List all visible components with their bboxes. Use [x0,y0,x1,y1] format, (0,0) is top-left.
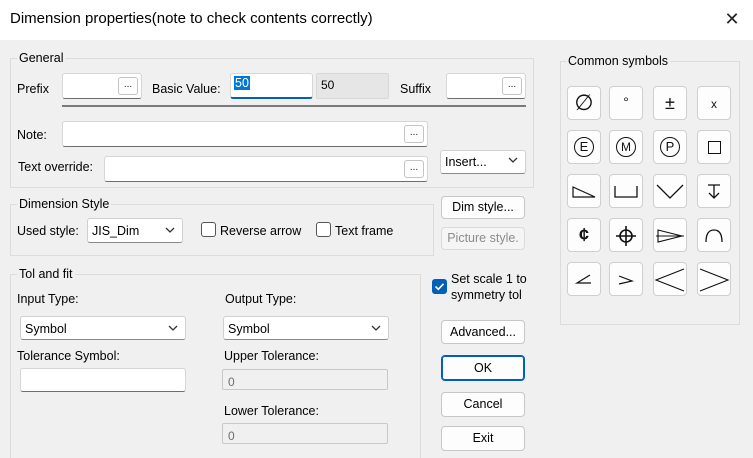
chevron-down-icon [370,322,382,337]
upper-tolerance-value: 0 [228,375,235,389]
used-style-value: JIS_Dim [92,224,140,238]
angle-small-right-icon[interactable] [609,262,643,296]
tolerance-symbol-label: Tolerance Symbol: [17,349,120,363]
output-type-dropdown[interactable]: Symbol [223,316,389,340]
lower-tolerance-input[interactable]: 0 [222,423,388,444]
target-point-icon[interactable] [609,218,643,252]
depth-icon[interactable] [697,174,731,208]
prefix-browse-button[interactable]: ... [118,77,138,95]
text-override-browse-button[interactable]: ... [404,160,424,178]
insert-dropdown-label: Insert... [445,155,487,169]
prefix-label: Prefix [17,82,49,96]
window-title: Dimension properties(note to check conte… [10,10,373,27]
m-circle-icon[interactable]: M [609,130,643,164]
tol-fit-group-label: Tol and fit [17,267,75,281]
advanced-button[interactable]: Advanced... [441,320,525,344]
upper-tolerance-input[interactable]: 0 [222,369,388,390]
dim-style-button[interactable]: Dim style... [441,196,525,219]
cancel-button[interactable]: Cancel [441,392,525,417]
note-browse-button[interactable]: ... [404,125,424,143]
arc-length-icon[interactable] [697,218,731,252]
checkmark-icon [434,283,445,291]
text-frame-label: Text frame [335,224,394,238]
note-input[interactable] [62,121,428,147]
e-circle-icon[interactable]: E [567,130,601,164]
input-type-value: Symbol [25,322,67,336]
basic-value-text: 50 [234,76,250,90]
insert-dropdown[interactable]: Insert... [440,150,526,174]
basic-value-label: Basic Value: [152,82,221,96]
text-frame-checkbox[interactable] [316,222,331,237]
general-divider [62,105,526,107]
used-style-label: Used style: [17,224,79,238]
taper-icon[interactable] [653,218,687,252]
angle-large-right-icon[interactable] [697,262,731,296]
square-icon[interactable] [697,130,731,164]
chevron-down-icon [167,322,179,337]
angle-large-left-icon[interactable] [653,262,687,296]
set-scale-label-line1: Set scale 1 to [451,272,527,286]
ok-button[interactable]: OK [441,355,525,381]
diameter-icon[interactable]: ∅ [567,86,601,120]
output-type-value: Symbol [228,322,270,336]
close-icon[interactable]: ✕ [718,5,746,33]
chevron-down-icon [164,224,176,239]
set-scale-label-line2: symmetry tol [451,288,522,302]
general-group-label: General [17,51,66,65]
suffix-label: Suffix [400,82,432,96]
chevron-down-icon [507,154,519,169]
degree-icon[interactable]: ° [609,86,643,120]
counterbore-icon[interactable] [609,174,643,208]
note-label: Note: [17,128,47,142]
angle-small-icon[interactable] [567,262,601,296]
centerline-icon[interactable]: ¢ [567,218,601,252]
lower-tolerance-label: Lower Tolerance: [224,404,319,418]
tolerance-symbol-input[interactable] [20,368,186,392]
common-symbols-label: Common symbols [566,54,671,68]
basic-value-input[interactable]: 50 [230,73,313,99]
input-type-dropdown[interactable]: Symbol [20,316,186,340]
reverse-arrow-label: Reverse arrow [220,224,302,238]
exit-button[interactable]: Exit [441,426,525,451]
suffix-browse-button[interactable]: ... [502,77,522,95]
p-circle-icon[interactable]: P [653,130,687,164]
dimension-style-group-label: Dimension Style [17,197,112,211]
reverse-arrow-checkbox[interactable] [201,222,216,237]
set-scale-checkbox[interactable] [432,279,447,294]
countersink-icon[interactable] [653,174,687,208]
basic-value-display: 50 [316,73,389,99]
used-style-dropdown[interactable]: JIS_Dim [87,218,183,243]
slope-icon[interactable] [567,174,601,208]
lower-tolerance-value: 0 [228,429,235,443]
text-override-input[interactable] [104,156,428,182]
times-icon[interactable]: x [697,86,731,120]
upper-tolerance-label: Upper Tolerance: [224,349,319,363]
input-type-label: Input Type: [17,292,79,306]
basic-value-display-text: 50 [321,78,335,92]
picture-style-button[interactable]: Picture style. [441,227,525,250]
text-override-label: Text override: [18,160,94,174]
plus-minus-icon[interactable]: ± [653,86,687,120]
output-type-label: Output Type: [225,292,297,306]
